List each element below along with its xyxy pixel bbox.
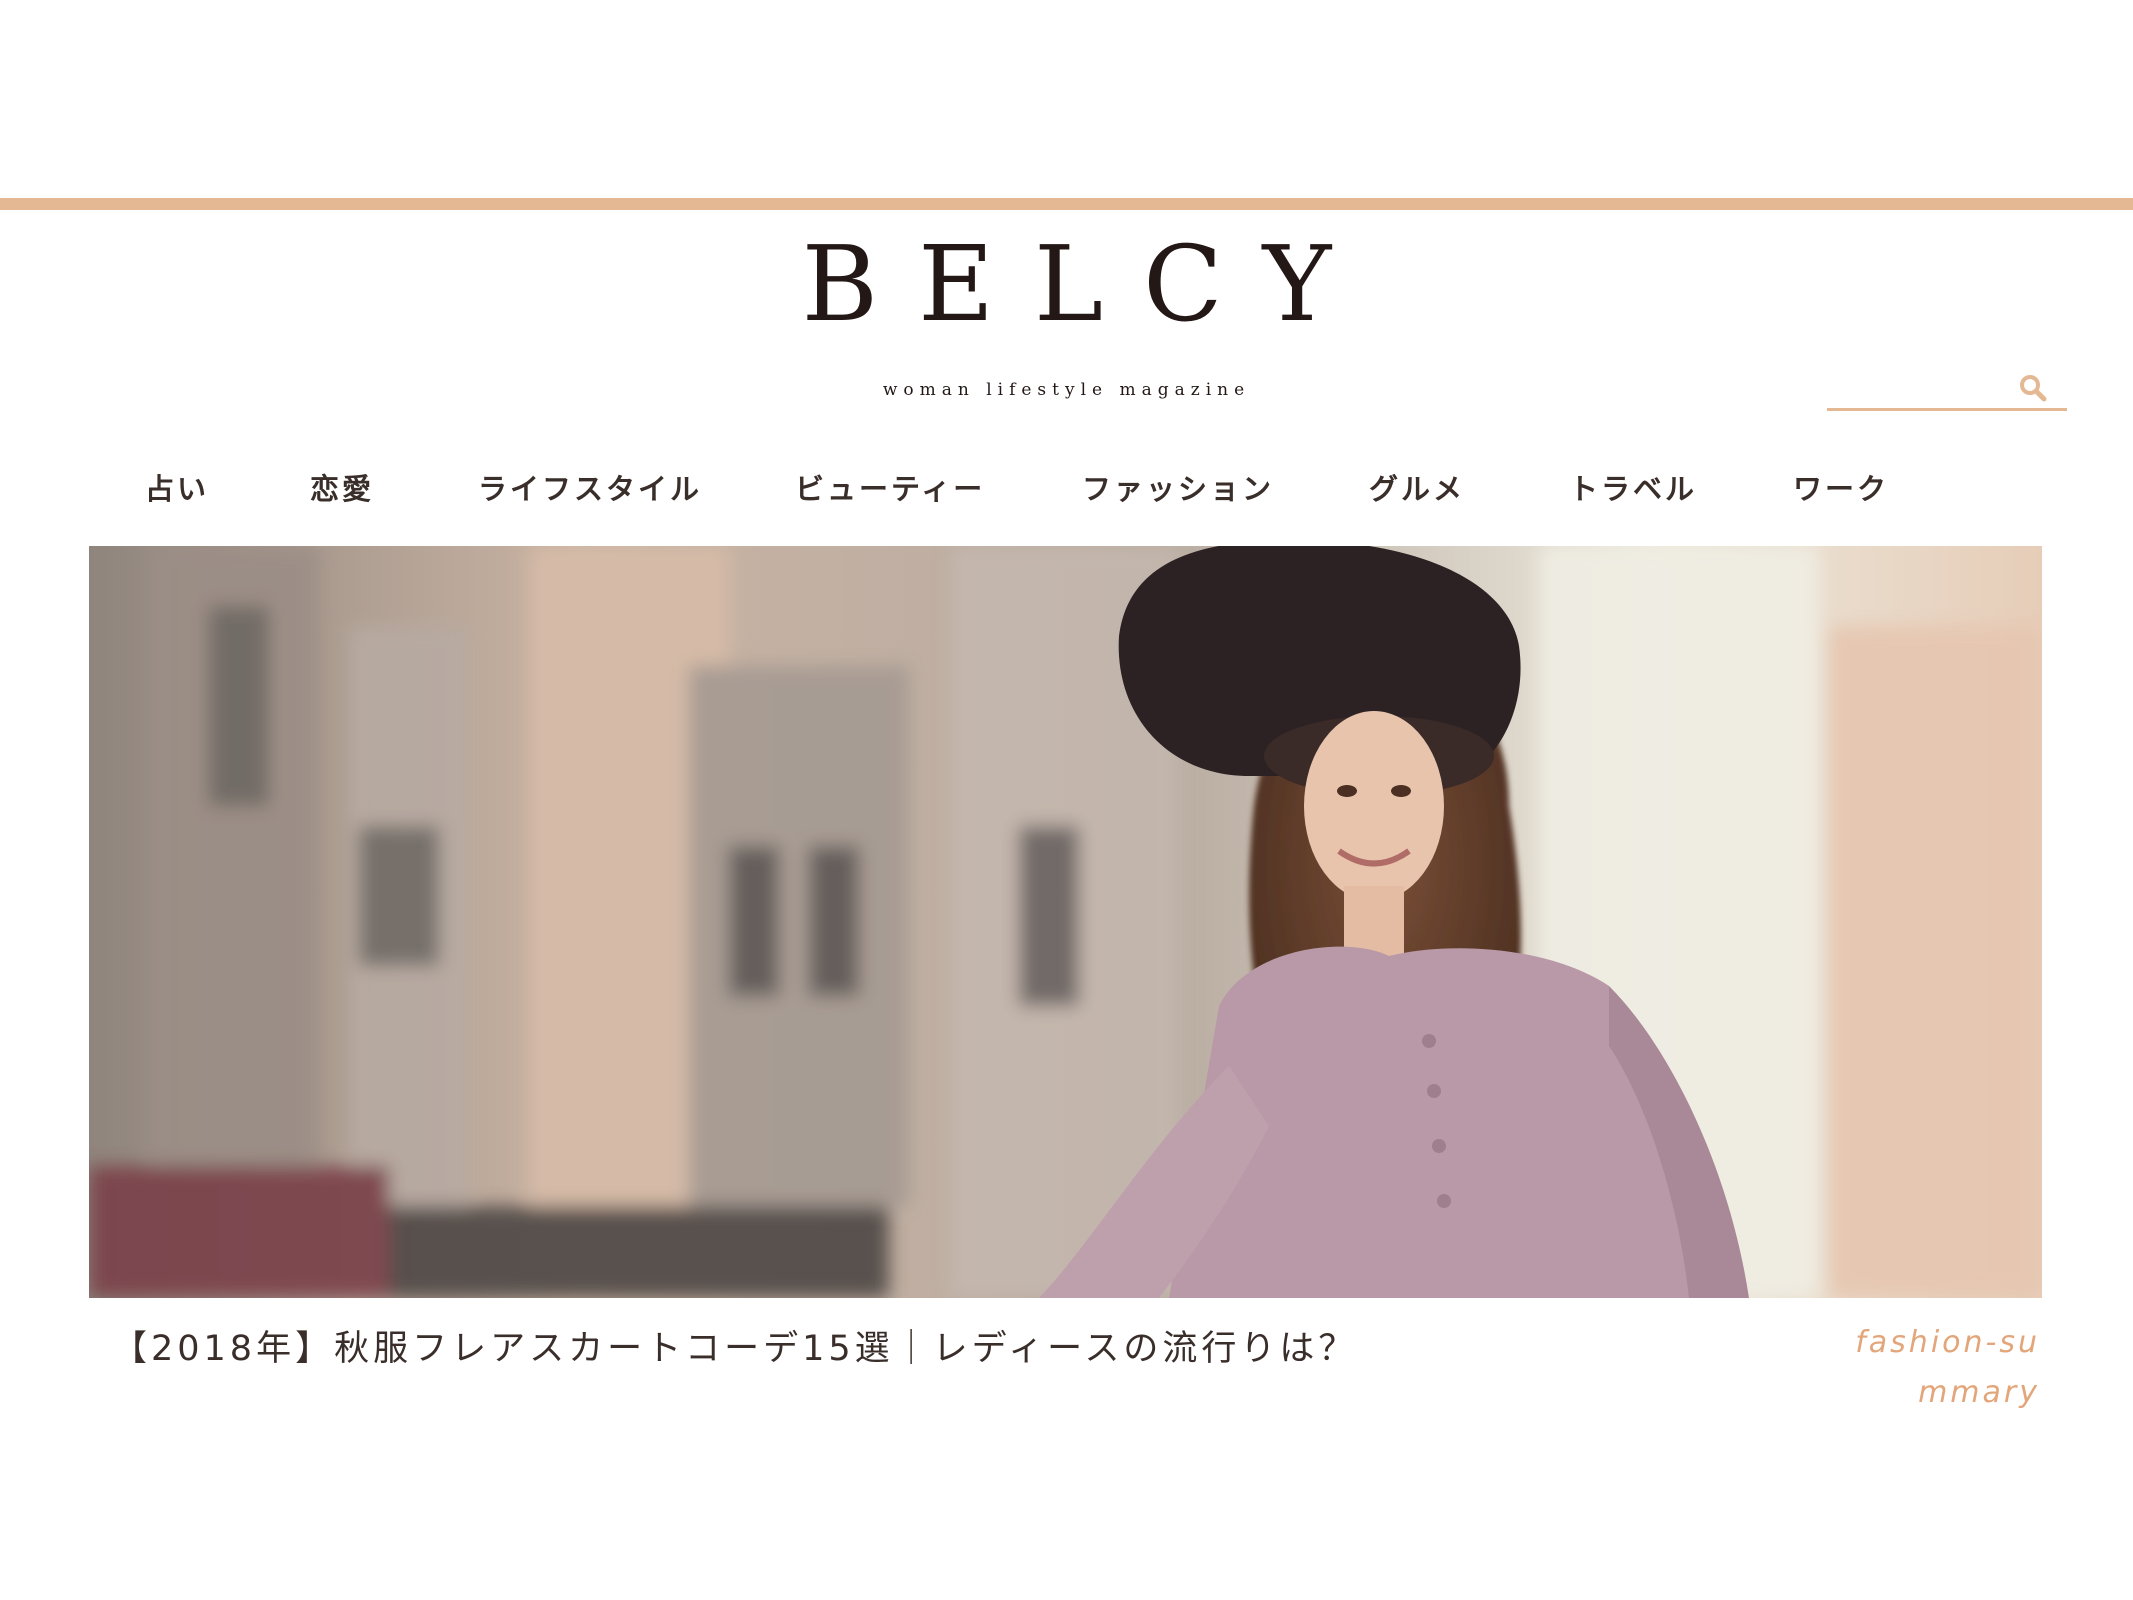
featured-image[interactable] — [89, 546, 2042, 1298]
nav-item-gourmet[interactable]: グルメ — [1369, 466, 1465, 508]
search-icon[interactable] — [2017, 372, 2049, 404]
site-logo[interactable]: BELCY — [0, 232, 2133, 336]
accent-top-bar — [0, 198, 2133, 210]
featured-headline[interactable]: 【2018年】秋服フレアスカートコーデ15選｜レディースの流行りは？ — [112, 1320, 1357, 1371]
search-box — [1827, 368, 2067, 411]
main-nav: 占い 恋愛 ライフスタイル ビューティー ファッション グルメ トラベル ワーク — [0, 466, 2133, 514]
nav-item-beauty[interactable]: ビューティー — [795, 466, 985, 508]
nav-item-travel[interactable]: トラベル — [1569, 466, 1697, 508]
nav-item-work[interactable]: ワーク — [1793, 466, 1889, 508]
nav-item-renai[interactable]: 恋愛 — [310, 466, 374, 508]
nav-item-uranai[interactable]: 占い — [145, 466, 209, 508]
category-tag[interactable]: fashion-summary — [1840, 1318, 2040, 1418]
nav-item-lifestyle[interactable]: ライフスタイル — [478, 466, 702, 508]
search-input[interactable] — [1827, 368, 2021, 408]
site-tagline: woman lifestyle magazine — [882, 380, 1251, 400]
nav-item-fashion[interactable]: ファッション — [1082, 466, 1274, 508]
